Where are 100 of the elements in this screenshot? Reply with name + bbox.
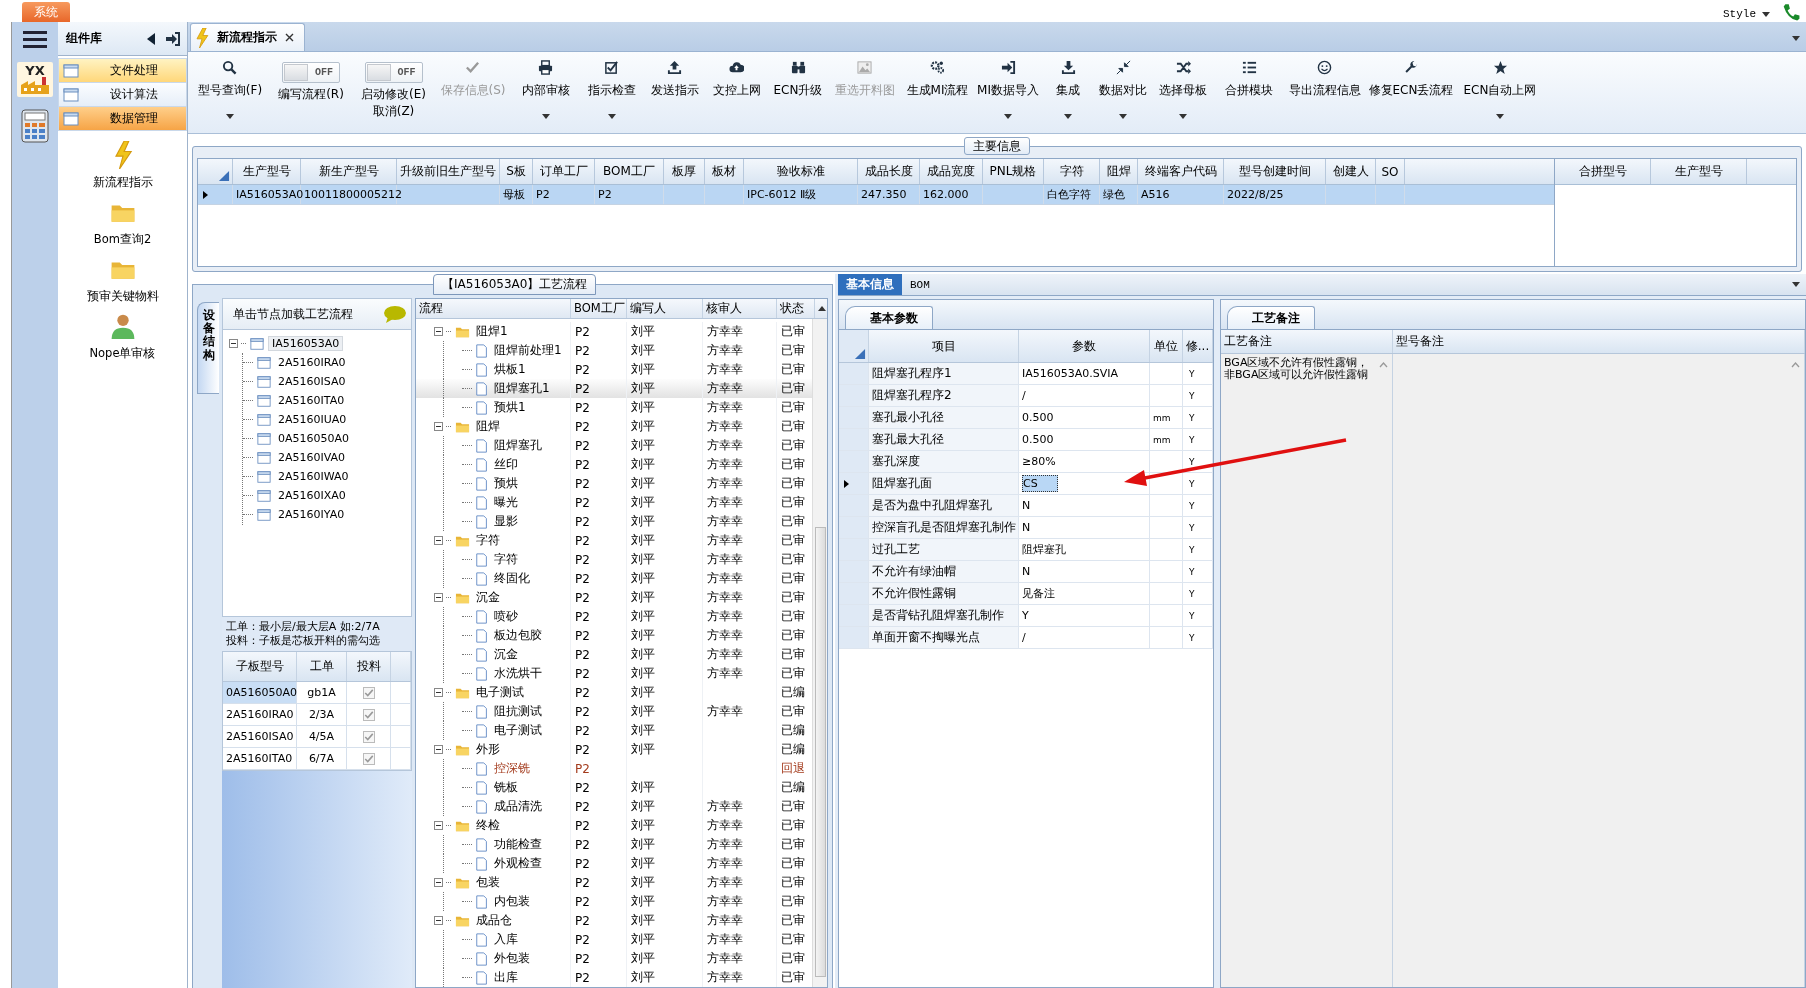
column-header[interactable]: 编写人 — [627, 299, 703, 318]
document-tab[interactable]: 新流程指示 — [190, 23, 305, 51]
table-cell[interactable]: N — [1022, 519, 1035, 536]
toolbar-button[interactable]: 指示检查 — [587, 56, 636, 99]
menu-button[interactable] — [22, 28, 48, 50]
toolbar-button[interactable]: 取消(Z) — [372, 103, 415, 120]
scrollbar[interactable] — [812, 319, 827, 987]
panel-tab[interactable]: 【IA516053A0】工艺流程 — [433, 274, 597, 295]
column-header[interactable]: 子板型号 — [223, 652, 297, 681]
calculator-icon[interactable] — [20, 109, 50, 143]
collapse-icon[interactable] — [434, 916, 443, 925]
collapse-icon[interactable] — [434, 878, 443, 887]
collapse-icon[interactable] — [434, 422, 443, 431]
table-cell[interactable]: 0.500 — [1022, 431, 1058, 448]
column-header[interactable]: 阻焊 — [1100, 159, 1138, 184]
scroll-up-icon[interactable] — [818, 306, 826, 311]
toolbar-button[interactable]: ECN自动上网 — [1463, 56, 1537, 99]
column-header[interactable]: 创建人 — [1326, 159, 1376, 184]
table-cell[interactable]: N — [1022, 563, 1035, 580]
column-header[interactable]: PNL规格 — [983, 159, 1044, 184]
table-cell[interactable]: Y — [1022, 607, 1033, 624]
caret-icon[interactable] — [1119, 114, 1127, 119]
collapse-icon[interactable] — [434, 821, 443, 830]
toggle-switch[interactable]: OFF — [282, 62, 340, 83]
caret-icon[interactable] — [1792, 282, 1800, 287]
column-header[interactable]: S板 — [500, 159, 533, 184]
column-header[interactable]: 生产型号 — [1651, 159, 1747, 184]
column-header[interactable]: 成品长度 — [858, 159, 920, 184]
toolbar-button[interactable]: 导出流程信息 — [1288, 56, 1361, 99]
tool-item[interactable]: Nope单审核 — [58, 312, 187, 361]
column-header[interactable]: 板材 — [705, 159, 744, 184]
column-header[interactable]: 新生产型号 — [301, 159, 397, 184]
phone-icon[interactable] — [1782, 2, 1800, 22]
tree-node[interactable]: IA516053A0 — [268, 336, 344, 351]
column-header[interactable]: 项目 — [869, 330, 1019, 362]
tool-item[interactable]: 新流程指示 — [58, 141, 187, 190]
column-header[interactable]: 升级前旧生产型号 — [397, 159, 500, 184]
tool-item[interactable]: 预审关键物料 — [58, 255, 187, 304]
column-header[interactable]: BOM工厂 — [571, 299, 627, 318]
row-header[interactable] — [839, 473, 869, 494]
column-header[interactable]: 工单 — [297, 652, 347, 681]
toolbar-button[interactable]: MI数据导入 — [977, 56, 1039, 99]
caret-icon[interactable] — [1496, 114, 1504, 119]
caret-icon[interactable] — [1792, 36, 1800, 41]
tree-node[interactable]: 2A5160ITA0 — [275, 394, 348, 407]
tree-node[interactable]: 2A5160IXA0 — [275, 489, 349, 502]
note-field[interactable]: BGA区域不允许有假性露铜，非BGA区域可以允许假性露铜 — [1224, 357, 1374, 381]
caret-icon[interactable] — [541, 114, 550, 119]
caret-icon[interactable] — [1179, 114, 1187, 119]
collapse-icon[interactable] — [434, 536, 443, 545]
toolbar-button[interactable]: 集成 — [1056, 56, 1080, 99]
caret-icon[interactable] — [1064, 114, 1072, 119]
selected-row[interactable]: 阻焊塞孔1 P2 刘平 方幸幸 已审 — [416, 379, 812, 398]
checkbox[interactable] — [362, 730, 375, 743]
checkbox[interactable] — [362, 708, 375, 721]
panel-tab[interactable]: 基本参数 — [845, 306, 933, 329]
column-header[interactable]: SO — [1376, 159, 1405, 184]
tool-item[interactable]: Bom查询2 — [58, 198, 187, 247]
table-cell[interactable]: / — [1022, 387, 1030, 404]
checkbox[interactable] — [362, 752, 375, 765]
column-header[interactable]: 板厚 — [664, 159, 705, 184]
toolbar-button[interactable]: 编写流程(R) — [278, 86, 344, 103]
toolbar-button[interactable]: 文控上网 — [712, 56, 761, 99]
column-header[interactable]: 核审人 — [703, 299, 777, 318]
caret-icon[interactable] — [607, 114, 616, 119]
panel-tab[interactable]: 工艺备注 — [1227, 306, 1315, 329]
tree-node[interactable]: 0A516050A0 — [275, 432, 353, 445]
column-header[interactable]: 参数 — [1019, 330, 1150, 362]
table-cell[interactable]: ≥80% — [1022, 453, 1060, 470]
toolbar-button[interactable]: 选择母板 — [1159, 56, 1207, 99]
category-item[interactable]: 数据管理 — [58, 106, 187, 131]
style-menu[interactable]: Style — [1723, 6, 1770, 22]
toolbar-button[interactable]: 修复ECN丢流程 — [1368, 56, 1454, 99]
table-cell[interactable]: N — [1022, 497, 1035, 514]
detail-tab[interactable]: BOM — [902, 274, 938, 295]
selected-row[interactable]: IA516053A010011800005212 母板 P2 P2 IPC-6012 Ⅱ级 247.350 162.000 白色字符 绿色 A516 2022/8/25 — [198, 185, 1554, 205]
column-header[interactable]: BOM工厂 — [595, 159, 664, 184]
toolbar-button[interactable]: 发送指示 — [650, 56, 699, 99]
column-header[interactable]: 生产型号 — [233, 159, 301, 184]
table-cell[interactable]: 见备注 — [1022, 584, 1059, 603]
toggle-switch[interactable]: OFF — [364, 62, 423, 83]
column-header[interactable]: 修... — [1183, 330, 1213, 362]
column-header[interactable]: 终端客户代码 — [1138, 159, 1224, 184]
tree-node[interactable]: 2A5160IRA0 — [275, 356, 349, 369]
tree-node[interactable]: 2A5160ISA0 — [275, 375, 349, 388]
toolbar-button[interactable]: 数据对比 — [1099, 56, 1147, 99]
column-header[interactable]: 投料 — [347, 652, 391, 681]
factory-icon[interactable] — [20, 77, 50, 95]
collapse-icon[interactable] — [434, 688, 443, 697]
table-cell[interactable]: / — [1022, 629, 1030, 646]
tree-node[interactable]: 2A5160IVA0 — [275, 451, 349, 464]
table-cell[interactable]: IA516053A0.SVIA — [1022, 365, 1123, 382]
column-header[interactable]: 工艺备注 — [1221, 330, 1393, 353]
collapse-icon[interactable] — [434, 327, 443, 336]
column-header[interactable]: 流程 — [416, 299, 571, 318]
column-header[interactable]: 型号备注 — [1393, 330, 1805, 353]
tree-node[interactable]: 2A5160IYA0 — [275, 508, 348, 521]
sign-in-icon[interactable] — [165, 30, 181, 47]
tree-node[interactable]: 2A5160IUA0 — [275, 413, 350, 426]
tree-node[interactable]: 2A5160IWA0 — [275, 470, 352, 483]
